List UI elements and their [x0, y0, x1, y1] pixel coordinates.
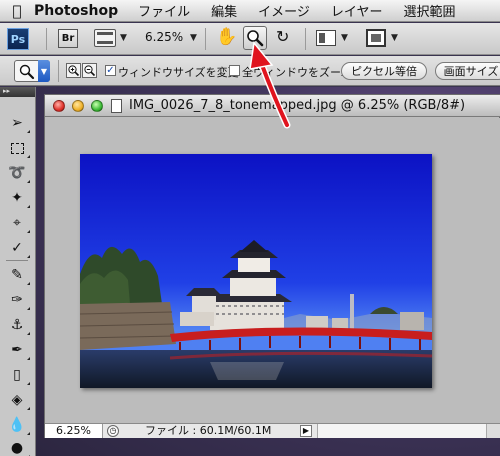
- application-bar: Ps Br ▼ 6.25% ▼ ✋ ↻ ▼ ▼: [0, 23, 500, 55]
- castle-photo: [80, 154, 432, 388]
- menu-bar:  Photoshop ファイル 編集 イメージ レイヤー 選択範囲: [0, 0, 500, 22]
- arrange-documents-button[interactable]: [316, 30, 336, 46]
- separator: [6, 258, 28, 262]
- zoom-all-windows-label: 全ウィンドウをズーム: [242, 66, 352, 79]
- clone-stamp-tool-icon[interactable]: ⚓: [6, 315, 30, 335]
- eraser-tool-icon[interactable]: ▯: [6, 365, 30, 385]
- history-brush-tool-icon[interactable]: ✒: [6, 340, 30, 360]
- paint-bucket-tool-icon[interactable]: ◈: [6, 390, 30, 410]
- resize-grip[interactable]: [486, 424, 500, 438]
- menu-select[interactable]: 選択範囲: [404, 1, 456, 20]
- hand-tool-icon[interactable]: ✋: [216, 27, 237, 47]
- tools-panel: ▸▸ ➢ ➰ ✦ ⌖ ✓ ✎ ✑ ⚓ ✒ ▯ ◈ 💧 ●: [0, 87, 36, 456]
- document-title: IMG_0026_7_8_tonemapped.jpg @ 6.25% (RGB…: [129, 98, 466, 113]
- menu-edit[interactable]: 編集: [211, 1, 237, 20]
- rotate-view-tool-icon[interactable]: ↻: [276, 27, 289, 46]
- zoom-tool-button[interactable]: [243, 26, 267, 50]
- lasso-tool-icon[interactable]: ➰: [6, 163, 30, 183]
- crop-tool-icon[interactable]: ⌖: [6, 213, 30, 233]
- magnifier-icon: [247, 30, 264, 47]
- dodge-tool-icon[interactable]: ●: [6, 438, 30, 456]
- menu-layer[interactable]: レイヤー: [331, 1, 383, 20]
- chevron-down-icon[interactable]: ▼: [120, 33, 127, 43]
- resize-windows-checkbox[interactable]: ✓: [105, 65, 116, 76]
- canvas-area[interactable]: [45, 118, 500, 423]
- zoom-all-windows-checkbox[interactable]: [229, 65, 240, 76]
- blur-tool-icon[interactable]: 💧: [6, 415, 30, 435]
- separator: [46, 28, 47, 50]
- zoom-out-button[interactable]: [82, 63, 97, 78]
- chevron-down-icon[interactable]: ▼: [341, 33, 348, 43]
- zoom-in-icon: [68, 65, 80, 77]
- photoshop-logo: Ps: [7, 28, 29, 50]
- options-bar: ▼ ✓ ウィンドウサイズを変更 全ウィンドウをズーム ピクセル等倍 画面サイズ: [0, 56, 500, 86]
- quick-selection-tool-icon[interactable]: ✦: [6, 188, 30, 208]
- magnifier-icon: [19, 64, 35, 80]
- tool-preset-picker[interactable]: ▼: [14, 60, 50, 82]
- chevron-down-icon[interactable]: ▼: [190, 33, 197, 43]
- status-bar: 6.25% ◷ ファイル : 60.1M/60.1M ▶: [45, 423, 500, 438]
- zoom-level-field[interactable]: 6.25%: [145, 30, 183, 44]
- minimize-window-button[interactable]: [72, 100, 84, 112]
- close-window-button[interactable]: [53, 100, 65, 112]
- document-file-icon[interactable]: [111, 99, 122, 113]
- document-title-bar[interactable]: IMG_0026_7_8_tonemapped.jpg @ 6.25% (RGB…: [45, 95, 500, 117]
- app-menu[interactable]: Photoshop: [34, 3, 118, 19]
- screen-mode-button[interactable]: [366, 29, 386, 47]
- status-menu-arrow-icon[interactable]: ▶: [300, 425, 312, 437]
- separator: [205, 28, 206, 50]
- zoom-window-button[interactable]: [91, 100, 103, 112]
- collapse-arrows-icon[interactable]: ▸▸: [3, 87, 10, 95]
- zoom-in-button[interactable]: [66, 63, 81, 78]
- eyedropper-tool-icon[interactable]: ✓: [6, 238, 30, 258]
- menu-image[interactable]: イメージ: [258, 1, 310, 20]
- brush-tool-icon[interactable]: ✑: [6, 290, 30, 310]
- panel-grip[interactable]: ▸▸: [0, 87, 35, 97]
- separator: [58, 60, 59, 82]
- apple-menu-icon[interactable]: : [0, 2, 34, 20]
- actual-pixels-button[interactable]: ピクセル等倍: [341, 62, 427, 80]
- resize-windows-label: ウィンドウサイズを変更: [118, 66, 239, 79]
- launch-bridge-button[interactable]: Br: [58, 29, 78, 48]
- chevron-down-icon[interactable]: ▼: [38, 60, 50, 82]
- file-size-info: ファイル : 60.1M/60.1M: [145, 424, 272, 437]
- horizontal-scrollbar[interactable]: [317, 424, 486, 438]
- zoom-out-icon: [84, 65, 96, 77]
- healing-brush-tool-icon[interactable]: ✎: [6, 265, 30, 285]
- document-window: IMG_0026_7_8_tonemapped.jpg @ 6.25% (RGB…: [44, 94, 500, 438]
- menu-file[interactable]: ファイル: [138, 1, 190, 20]
- fit-screen-button[interactable]: 画面サイズ: [435, 62, 500, 80]
- marquee-tool-icon[interactable]: [6, 138, 30, 158]
- clock-icon[interactable]: ◷: [107, 425, 119, 437]
- view-extras-button[interactable]: [94, 29, 116, 47]
- status-zoom-field[interactable]: 6.25%: [45, 424, 103, 438]
- separator: [305, 28, 306, 50]
- image-canvas[interactable]: [80, 154, 432, 388]
- move-tool-icon[interactable]: ➢: [6, 113, 30, 133]
- chevron-down-icon[interactable]: ▼: [391, 33, 398, 43]
